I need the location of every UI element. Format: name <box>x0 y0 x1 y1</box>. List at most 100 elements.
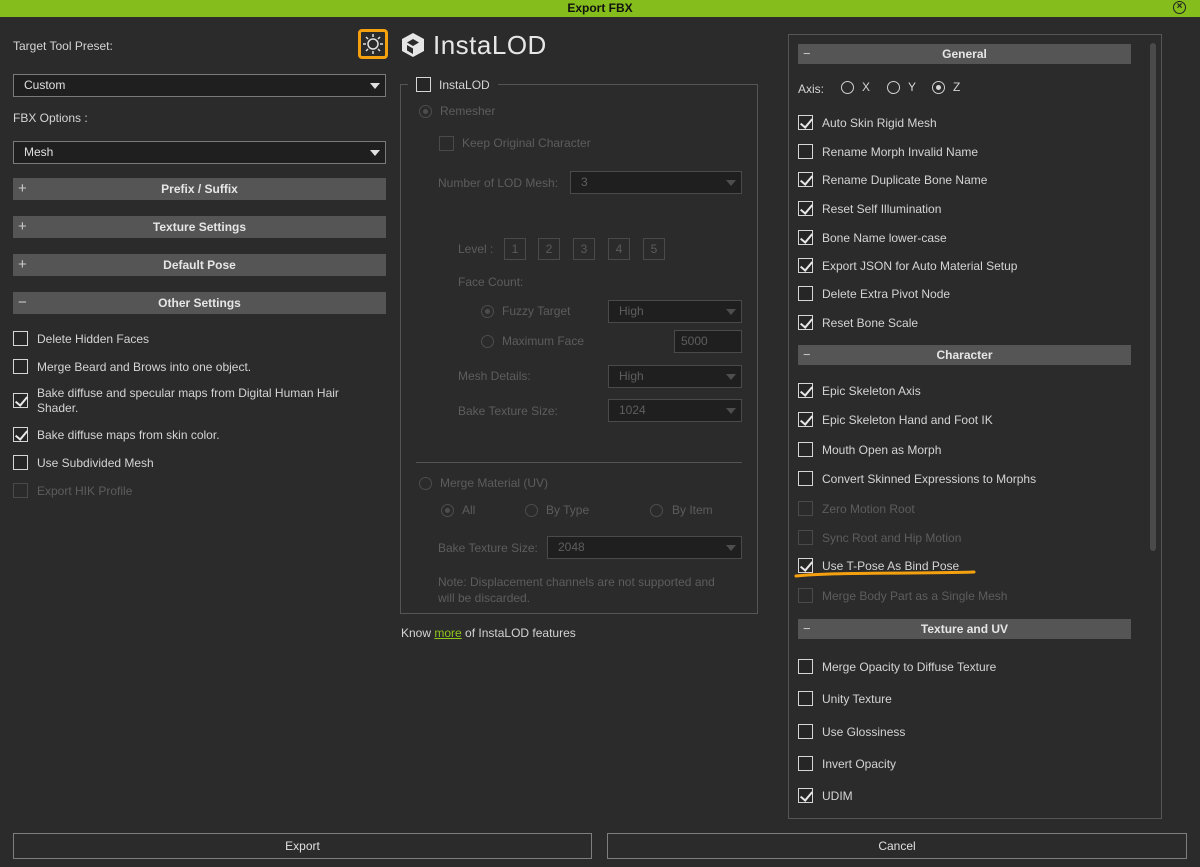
section-label: Texture and UV <box>920 622 1009 636</box>
lod-count-dropdown[interactable]: 3 <box>570 171 742 194</box>
chevron-down-icon <box>726 545 736 551</box>
checkbox-sync-root-hip[interactable] <box>798 530 813 545</box>
checkbox-unity-texture[interactable] <box>798 691 813 706</box>
checkbox-keep-original[interactable] <box>439 136 454 151</box>
checkbox-subdivided-mesh[interactable] <box>13 455 28 470</box>
checkbox-use-glossiness[interactable] <box>798 724 813 739</box>
settings-highlight[interactable] <box>358 29 388 59</box>
checkbox-bone-lowercase[interactable] <box>798 230 813 245</box>
bake-size-dropdown[interactable]: 1024 <box>608 399 742 422</box>
checkbox-label: Export HIK Profile <box>37 484 133 498</box>
checkbox-label: Bake diffuse maps from skin color. <box>37 428 220 442</box>
section-label: Character <box>936 348 993 362</box>
mesh-details-dropdown[interactable]: High <box>608 365 742 388</box>
chevron-down-icon <box>726 374 736 380</box>
checkbox-label: UDIM <box>822 789 853 803</box>
checkbox-label: Merge Beard and Brows into one object. <box>37 360 252 374</box>
note-line-2: will be discarded. <box>438 591 531 605</box>
section-texture-uv[interactable]: − Texture and UV <box>798 619 1131 639</box>
checkbox-export-json[interactable] <box>798 258 813 273</box>
radio-merge-material[interactable] <box>419 477 432 490</box>
checkbox-export-hik[interactable] <box>13 483 28 498</box>
fuzzy-target-dropdown[interactable]: High <box>608 300 742 323</box>
section-general[interactable]: − General <box>798 44 1131 64</box>
level-label: Level : <box>458 242 494 256</box>
checkbox-label: Auto Skin Rigid Mesh <box>822 116 937 130</box>
section-label: Texture Settings <box>152 220 247 234</box>
expand-icon: + <box>18 180 27 197</box>
expand-icon: + <box>18 218 27 235</box>
fbx-options-dropdown[interactable]: Mesh <box>13 141 386 164</box>
checkbox-reset-bone-scale[interactable] <box>798 315 813 330</box>
radio-axis-z[interactable] <box>932 81 945 94</box>
section-texture-settings[interactable]: + Texture Settings <box>13 216 386 238</box>
checkbox-bake-hair-maps[interactable] <box>13 393 28 408</box>
collapse-icon: − <box>803 621 811 636</box>
radio-remesher[interactable] <box>419 105 432 118</box>
checkbox-delete-pivot[interactable] <box>798 286 813 301</box>
more-link[interactable]: more <box>434 626 461 640</box>
checkbox-label: Convert Skinned Expressions to Morphs <box>822 472 1037 486</box>
checkbox-epic-hand-foot-ik[interactable] <box>798 412 813 427</box>
max-face-value: 5000 <box>681 334 708 348</box>
checkbox-zero-motion-root[interactable] <box>798 501 813 516</box>
checkbox-invert-opacity[interactable] <box>798 756 813 771</box>
checkbox-convert-skinned-expr[interactable] <box>798 471 813 486</box>
checkbox-merge-beard[interactable] <box>13 359 28 374</box>
checkbox-auto-skin-rigid[interactable] <box>798 115 813 130</box>
section-label: Prefix / Suffix <box>161 182 238 196</box>
checkbox-rename-duplicate-bone[interactable] <box>798 172 813 187</box>
axis-y-label: Y <box>908 80 917 94</box>
max-face-stepper[interactable]: 5000 <box>674 330 742 353</box>
checkbox-delete-hidden-faces[interactable] <box>13 331 28 346</box>
expand-icon: + <box>18 256 27 273</box>
section-character[interactable]: − Character <box>798 345 1131 365</box>
preset-dropdown[interactable]: Custom <box>13 74 386 97</box>
merge-all-label: All <box>462 503 476 517</box>
checkbox-label: Sync Root and Hip Motion <box>822 531 962 545</box>
checkbox-rename-morph[interactable] <box>798 144 813 159</box>
level-4[interactable]: 4 <box>608 238 630 260</box>
divider <box>416 462 742 463</box>
radio-axis-x[interactable] <box>841 81 854 94</box>
radio-max-face[interactable] <box>481 335 494 348</box>
level-5[interactable]: 5 <box>643 238 665 260</box>
checkbox-label: Invert Opacity <box>822 757 897 771</box>
section-default-pose[interactable]: + Default Pose <box>13 254 386 276</box>
checkbox-merge-opacity[interactable] <box>798 659 813 674</box>
level-1[interactable]: 1 <box>504 238 526 260</box>
checkbox-mouth-open-morph[interactable] <box>798 442 813 457</box>
chevron-down-icon <box>726 309 736 315</box>
bake-size-label: Bake Texture Size: <box>458 404 558 418</box>
section-label: Other Settings <box>158 296 241 310</box>
radio-axis-y[interactable] <box>887 81 900 94</box>
collapse-icon: − <box>803 46 811 61</box>
section-other-settings[interactable]: − Other Settings <box>13 292 386 314</box>
checkbox-bake-skin-color[interactable] <box>13 427 28 442</box>
checkbox-label: Delete Extra Pivot Node <box>822 287 951 301</box>
merge-bake-dropdown[interactable]: 2048 <box>547 536 742 559</box>
radio-merge-by-type[interactable] <box>525 504 538 517</box>
level-3[interactable]: 3 <box>573 238 595 260</box>
checkbox-epic-skeleton-axis[interactable] <box>798 383 813 398</box>
cancel-button[interactable]: Cancel <box>607 833 1187 859</box>
close-icon[interactable]: × <box>1173 1 1186 14</box>
level-2[interactable]: 2 <box>538 238 560 260</box>
radio-fuzzy-target[interactable] <box>481 305 494 318</box>
chevron-down-icon <box>370 83 380 89</box>
radio-merge-all[interactable] <box>441 504 454 517</box>
checkbox-instalod[interactable] <box>416 77 431 92</box>
checkbox-udim[interactable] <box>798 788 813 803</box>
checkbox-label: Unity Texture <box>822 692 892 706</box>
collapse-icon: − <box>18 294 27 311</box>
section-prefix-suffix[interactable]: + Prefix / Suffix <box>13 178 386 200</box>
radio-merge-by-item[interactable] <box>650 504 663 517</box>
export-button[interactable]: Export <box>13 833 592 859</box>
checkbox-reset-self-illumination[interactable] <box>798 201 813 216</box>
checkbox-merge-body-part[interactable] <box>798 588 813 603</box>
scrollbar-thumb[interactable] <box>1150 43 1156 551</box>
preset-label: Target Tool Preset: <box>13 39 113 53</box>
face-count-label: Face Count: <box>458 275 524 289</box>
checkbox-label: Export JSON for Auto Material Setup <box>822 259 1018 273</box>
underline-highlight <box>794 570 976 578</box>
